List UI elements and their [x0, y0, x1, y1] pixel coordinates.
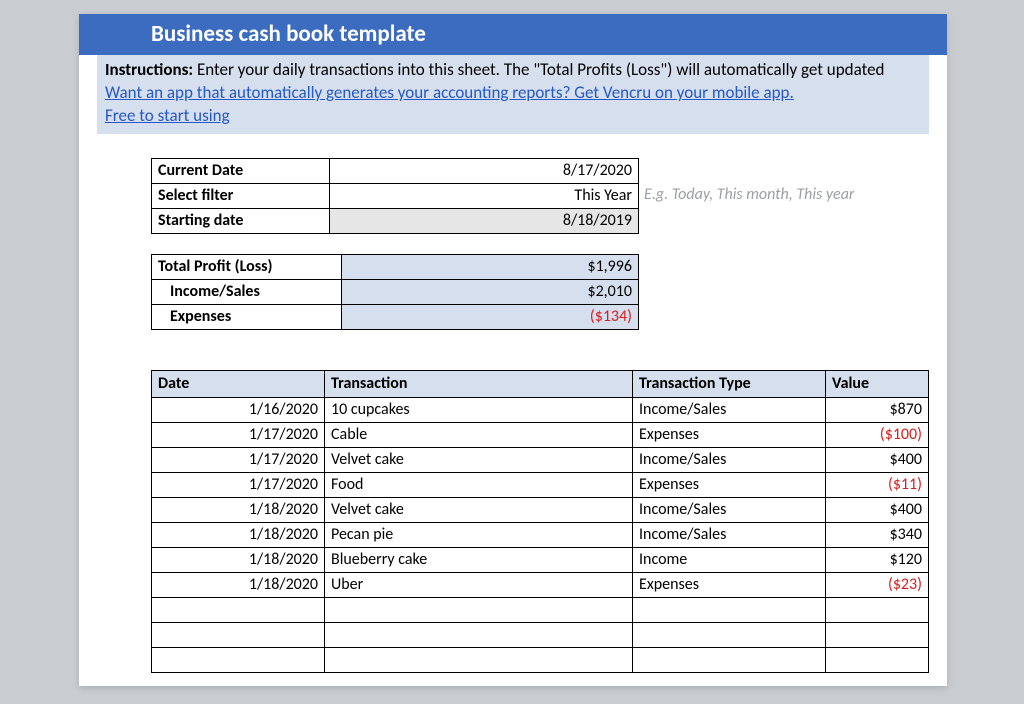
promo-link-2[interactable]: Free to start using: [105, 105, 230, 126]
label-current-date: Current Date: [152, 158, 330, 183]
transactions-table: Date Transaction Transaction Type Value …: [151, 370, 929, 673]
cell-date[interactable]: [152, 622, 325, 647]
row-expenses: Expenses ($134): [152, 304, 639, 329]
spreadsheet-sheet: Business cash book template Instructions…: [79, 14, 947, 686]
cell-type[interactable]: [633, 597, 826, 622]
cell-value[interactable]: $400: [826, 447, 929, 472]
label-expenses: Expenses: [152, 304, 342, 329]
value-starting-date[interactable]: 8/18/2019: [330, 208, 639, 233]
info-table: Current Date 8/17/2020 Select filter Thi…: [151, 158, 639, 234]
cell-type[interactable]: Income/Sales: [633, 522, 826, 547]
summary-table: Total Profit (Loss) $1,996 Income/Sales …: [151, 254, 639, 330]
table-row[interactable]: [152, 647, 929, 672]
value-income-sales: $2,010: [342, 279, 639, 304]
table-row[interactable]: 1/17/2020Velvet cakeIncome/Sales$400: [152, 447, 929, 472]
instructions-box: Instructions: Enter your daily transacti…: [97, 55, 929, 134]
cell-date[interactable]: 1/18/2020: [152, 547, 325, 572]
value-current-date[interactable]: 8/17/2020: [330, 158, 639, 183]
cell-date[interactable]: [152, 647, 325, 672]
row-current-date: Current Date 8/17/2020: [152, 158, 639, 183]
cell-transaction[interactable]: [325, 622, 633, 647]
cell-value[interactable]: [826, 647, 929, 672]
table-row[interactable]: 1/17/2020FoodExpenses($11): [152, 472, 929, 497]
col-header-value: Value: [826, 370, 929, 397]
cell-value[interactable]: $870: [826, 397, 929, 422]
cell-transaction[interactable]: 10 cupcakes: [325, 397, 633, 422]
value-select-filter[interactable]: This Year E.g. Today, This month, This y…: [330, 183, 639, 208]
cell-transaction[interactable]: Blueberry cake: [325, 547, 633, 572]
table-row[interactable]: [152, 597, 929, 622]
table-row[interactable]: 1/18/2020Velvet cakeIncome/Sales$400: [152, 497, 929, 522]
col-header-transaction: Transaction: [325, 370, 633, 397]
cell-date[interactable]: 1/18/2020: [152, 572, 325, 597]
row-income-sales: Income/Sales $2,010: [152, 279, 639, 304]
cell-value[interactable]: $400: [826, 497, 929, 522]
cell-value[interactable]: ($23): [826, 572, 929, 597]
cell-value[interactable]: ($11): [826, 472, 929, 497]
cell-type[interactable]: [633, 622, 826, 647]
cell-date[interactable]: 1/17/2020: [152, 447, 325, 472]
cell-type[interactable]: Income/Sales: [633, 497, 826, 522]
col-header-date: Date: [152, 370, 325, 397]
table-row[interactable]: 1/18/2020Blueberry cakeIncome$120: [152, 547, 929, 572]
row-starting-date: Starting date 8/18/2019: [152, 208, 639, 233]
cell-transaction[interactable]: Food: [325, 472, 633, 497]
cell-type[interactable]: [633, 647, 826, 672]
cell-type[interactable]: Expenses: [633, 422, 826, 447]
cell-date[interactable]: 1/17/2020: [152, 472, 325, 497]
cell-type[interactable]: Income/Sales: [633, 447, 826, 472]
cell-value[interactable]: [826, 622, 929, 647]
table-row[interactable]: 1/17/2020CableExpenses($100): [152, 422, 929, 447]
cell-type[interactable]: Income: [633, 547, 826, 572]
cell-date[interactable]: 1/18/2020: [152, 497, 325, 522]
table-row[interactable]: 1/18/2020Pecan pieIncome/Sales$340: [152, 522, 929, 547]
cell-type[interactable]: Expenses: [633, 572, 826, 597]
table-row[interactable]: 1/18/2020UberExpenses($23): [152, 572, 929, 597]
cell-type[interactable]: Income/Sales: [633, 397, 826, 422]
page-title: Business cash book template: [79, 14, 947, 55]
label-select-filter: Select filter: [152, 183, 330, 208]
promo-link-1[interactable]: Want an app that automatically generates…: [105, 82, 794, 103]
col-header-type: Transaction Type: [633, 370, 826, 397]
cell-transaction[interactable]: Pecan pie: [325, 522, 633, 547]
cell-transaction[interactable]: Uber: [325, 572, 633, 597]
cell-transaction[interactable]: Cable: [325, 422, 633, 447]
cell-transaction[interactable]: Velvet cake: [325, 497, 633, 522]
row-select-filter: Select filter This Year E.g. Today, This…: [152, 183, 639, 208]
cell-value[interactable]: [826, 597, 929, 622]
cell-value[interactable]: ($100): [826, 422, 929, 447]
table-row[interactable]: [152, 622, 929, 647]
cell-value[interactable]: $120: [826, 547, 929, 572]
cell-type[interactable]: Expenses: [633, 472, 826, 497]
cell-transaction[interactable]: [325, 647, 633, 672]
cell-transaction[interactable]: [325, 597, 633, 622]
row-total-profit: Total Profit (Loss) $1,996: [152, 254, 639, 279]
cell-date[interactable]: [152, 597, 325, 622]
label-total-profit: Total Profit (Loss): [152, 254, 342, 279]
cell-date[interactable]: 1/16/2020: [152, 397, 325, 422]
transactions-header-row: Date Transaction Transaction Type Value: [152, 370, 929, 397]
value-expenses: ($134): [342, 304, 639, 329]
filter-hint: E.g. Today, This month, This year: [638, 185, 854, 204]
cell-date[interactable]: 1/17/2020: [152, 422, 325, 447]
label-income-sales: Income/Sales: [152, 279, 342, 304]
cell-date[interactable]: 1/18/2020: [152, 522, 325, 547]
label-starting-date: Starting date: [152, 208, 330, 233]
cell-value[interactable]: $340: [826, 522, 929, 547]
instructions-label: Instructions:: [105, 59, 193, 80]
instructions-text: Enter your daily transactions into this …: [193, 59, 884, 80]
cell-transaction[interactable]: Velvet cake: [325, 447, 633, 472]
value-total-profit: $1,996: [342, 254, 639, 279]
table-row[interactable]: 1/16/202010 cupcakesIncome/Sales$870: [152, 397, 929, 422]
